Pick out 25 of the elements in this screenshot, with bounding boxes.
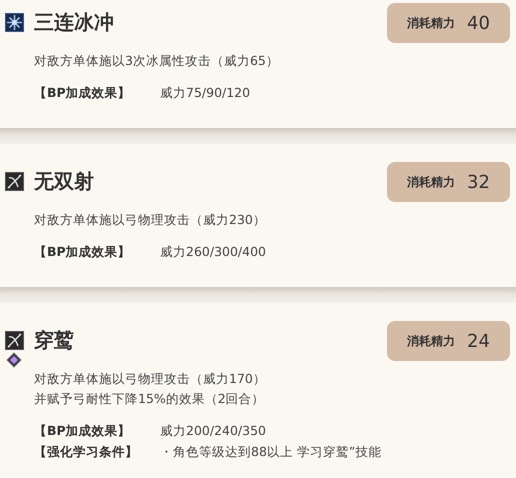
cost-label: 消耗精力 [407, 14, 456, 32]
skill-name: 无双射 [34, 168, 95, 195]
bow-icon [4, 331, 24, 350]
effect-value: 威力75/90/120 [160, 85, 252, 102]
effect-label: 【BP加成效果】 [34, 85, 132, 102]
cost-label: 消耗精力 [407, 332, 456, 350]
skill-description: 对敌方单体施以3次冰属性攻击（威力65） [34, 52, 280, 70]
effect-label: 【BP加成效果】 [34, 244, 132, 261]
bow-icon [4, 172, 24, 191]
skill-description: 对敌方单体施以弓物理攻击（威力170） [34, 370, 267, 388]
effect-value: 威力260/300/400 [160, 244, 267, 261]
effect-value: ・角色等级达到88以上 学习穿鹫”技能 [160, 444, 382, 461]
cost-value: 40 [467, 12, 490, 34]
skill-name: 三连冰冲 [34, 9, 115, 36]
effect-value: 威力200/240/350 [160, 423, 267, 440]
skill-description: 并赋予弓耐性下降15%的效果（2回合） [34, 390, 266, 408]
effect-label: 【BP加成效果】 [34, 423, 132, 440]
skill-name: 穿鹫 [34, 327, 75, 354]
skill-description: 对敌方单体施以弓物理攻击（威力230） [34, 211, 267, 229]
cost-value: 24 [467, 330, 490, 352]
diamond-icon [6, 352, 22, 368]
snowflake-icon [4, 13, 24, 32]
effect-label: 【强化学习条件】 [34, 444, 139, 461]
cost-value: 32 [467, 172, 490, 192]
cost-label: 消耗精力 [407, 174, 456, 190]
